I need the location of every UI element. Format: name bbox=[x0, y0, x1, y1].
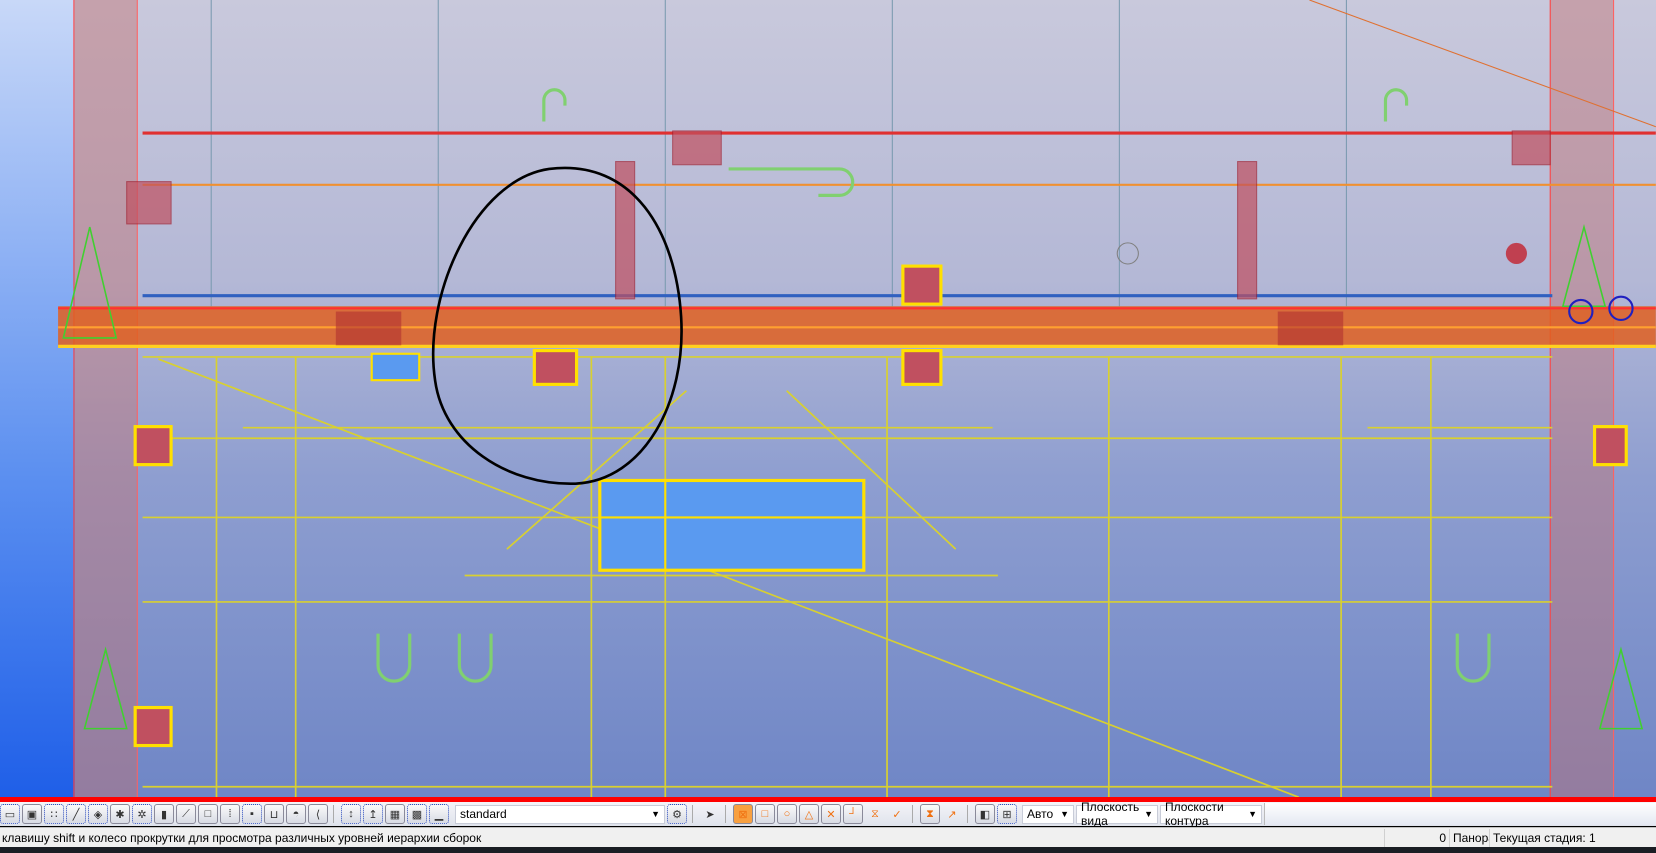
select-surfaces-icon[interactable]: ◈ bbox=[88, 804, 108, 824]
depth-dropdown[interactable]: Авто ▼ bbox=[1022, 804, 1074, 824]
snap-geometry-icon[interactable]: □ bbox=[755, 804, 775, 824]
depth-value: Авто bbox=[1027, 807, 1054, 821]
toolbar-separator bbox=[912, 805, 915, 823]
status-count: 0 bbox=[1384, 829, 1449, 847]
status-phase: Текущая стадия: 1 bbox=[1489, 829, 1656, 847]
chevron-down-icon: ▼ bbox=[651, 809, 660, 819]
chevron-down-icon: ▼ bbox=[1144, 809, 1153, 819]
left-column bbox=[73, 0, 138, 797]
snap-midpoint-icon[interactable]: △ bbox=[799, 804, 819, 824]
model-drawing bbox=[58, 0, 1656, 797]
right-column bbox=[1549, 0, 1615, 797]
selection-filter-value: standard bbox=[460, 807, 507, 821]
snap-reference-icon[interactable]: ⊠ bbox=[733, 804, 753, 824]
pointer-icon[interactable]: ➤ bbox=[700, 804, 720, 824]
snap-perpendicular-icon[interactable]: ┘ bbox=[843, 804, 863, 824]
select-object-icon[interactable]: ◓ bbox=[286, 804, 306, 824]
toolbar-separator bbox=[725, 805, 728, 823]
select-welds-icon[interactable]: ▮ bbox=[154, 804, 174, 824]
snap-nearest-icon[interactable]: ⧗ bbox=[920, 804, 940, 824]
snap-mesh-icon[interactable]: ▩ bbox=[407, 804, 427, 824]
toolbar-separator bbox=[967, 805, 970, 823]
select-grid-icon[interactable]: ⁞ bbox=[220, 804, 240, 824]
select-cuts-icon[interactable]: ⟋ bbox=[176, 804, 196, 824]
snap-free-icon[interactable]: ↗ bbox=[942, 804, 962, 824]
plane-dropdown[interactable]: Плоскость вида ▼ bbox=[1076, 800, 1158, 828]
main-beam bbox=[58, 306, 1656, 348]
model-view[interactable] bbox=[0, 0, 1656, 797]
toolbar-separator bbox=[333, 805, 336, 823]
selection-toolbar: ▭ ▣ ∷ ╱ ◈ ✱ ✲ ▮ ⟋ □ ⁞ ▪ ⊔ ◓ ⟨ ↕ ↥ ▦ ▩ ▁ … bbox=[0, 800, 1656, 828]
grid-lines bbox=[210, 0, 1347, 307]
select-rebar-group-icon[interactable]: ✲ bbox=[132, 804, 152, 824]
snap-plane-icon[interactable]: ▁ bbox=[429, 804, 449, 824]
snap-down-icon[interactable]: ↥ bbox=[363, 804, 383, 824]
snap-up-icon[interactable]: ↕ bbox=[341, 804, 361, 824]
toolbar-separator bbox=[692, 805, 695, 823]
toolbar-empty-area bbox=[1264, 803, 1656, 825]
status-mode: Панорам bbox=[1449, 829, 1489, 847]
snap-grid-icon[interactable]: ⊞ bbox=[997, 804, 1017, 824]
status-bar: клавишу shift и колесо прокрутки для про… bbox=[0, 827, 1656, 848]
filter-settings-icon[interactable]: ⚙ bbox=[667, 804, 687, 824]
select-rebar-icon[interactable]: ✱ bbox=[110, 804, 130, 824]
select-bolts-icon[interactable]: ▪ bbox=[242, 804, 262, 824]
contour-plane-value: Плоскости контура bbox=[1165, 800, 1224, 828]
wall-opening bbox=[370, 352, 866, 572]
taskbar bbox=[0, 847, 1656, 853]
select-lines-icon[interactable]: ╱ bbox=[66, 804, 86, 824]
select-assembly-icon[interactable]: ⊔ bbox=[264, 804, 284, 824]
rebar-mesh bbox=[142, 356, 1553, 797]
snap-center-icon[interactable]: ○ bbox=[777, 804, 797, 824]
snap-to-view-icon[interactable]: ◧ bbox=[975, 804, 995, 824]
plane-value: Плоскость вида bbox=[1081, 800, 1140, 828]
snap-any-icon[interactable]: ✓ bbox=[887, 804, 907, 824]
select-tool-icon[interactable]: ⟨ bbox=[308, 804, 328, 824]
snap-extension-icon[interactable]: ⧖ bbox=[865, 804, 885, 824]
chevron-down-icon: ▼ bbox=[1060, 809, 1069, 819]
selection-filter-dropdown[interactable]: standard ▼ bbox=[455, 804, 665, 824]
select-component-icon[interactable]: ▣ bbox=[22, 804, 42, 824]
snap-intersection-icon[interactable]: ✕ bbox=[821, 804, 841, 824]
chevron-down-icon: ▼ bbox=[1248, 809, 1257, 819]
select-points-icon[interactable]: ∷ bbox=[44, 804, 64, 824]
select-part-icon[interactable]: ▭ bbox=[0, 804, 20, 824]
select-views-icon[interactable]: □ bbox=[198, 804, 218, 824]
status-message: клавишу shift и колесо прокрутки для про… bbox=[2, 831, 482, 845]
snap-group-icon[interactable]: ▦ bbox=[385, 804, 405, 824]
contour-plane-dropdown[interactable]: Плоскости контура ▼ bbox=[1160, 800, 1262, 828]
